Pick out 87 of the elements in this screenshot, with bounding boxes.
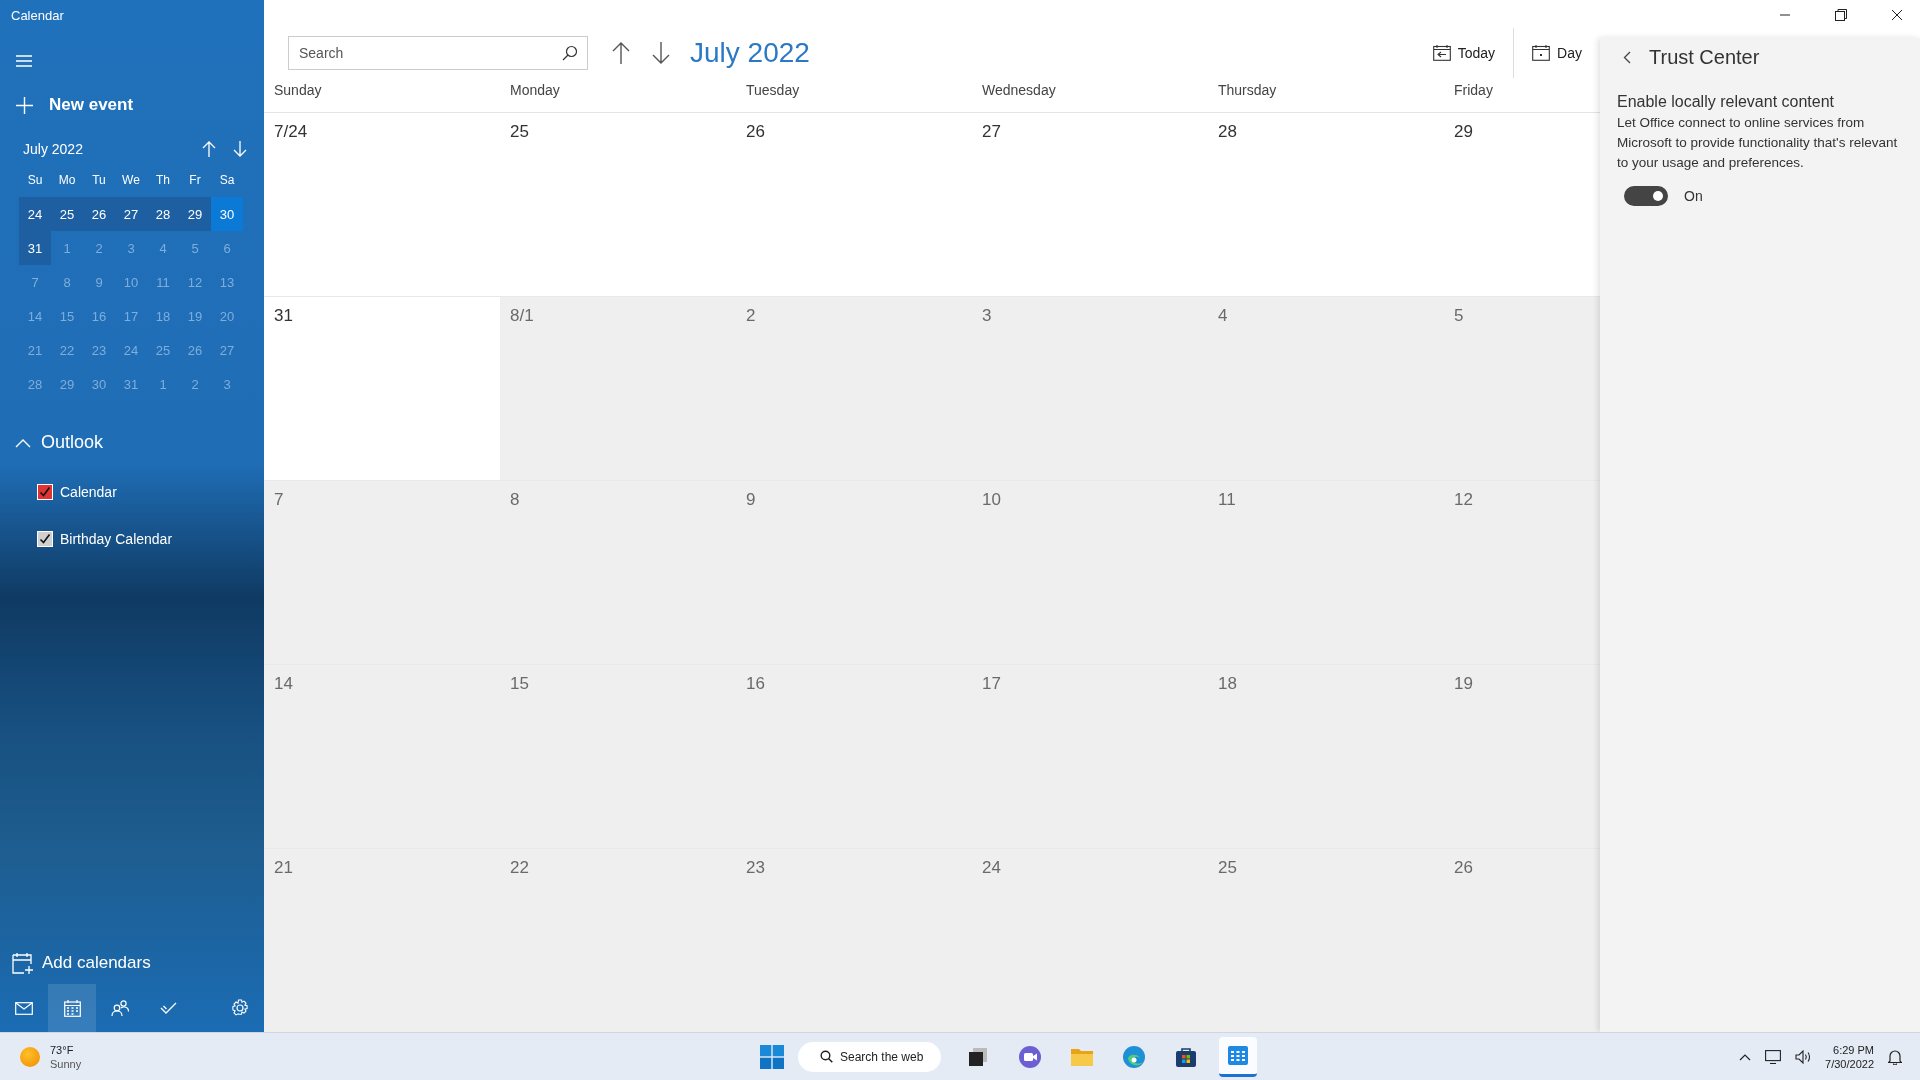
setting-description: Let Office connect to online services from Microsoft to provide functionality that's relevant to your usage and preferences.	[1617, 114, 1899, 172]
mini-calendar-day[interactable]: 29	[179, 197, 211, 231]
setting-title: Enable locally relevant content	[1617, 93, 1836, 111]
weekday-header: Wednesday	[981, 82, 1057, 100]
today-button[interactable]: Today	[1422, 37, 1506, 69]
day-cell[interactable]: 22	[500, 849, 736, 1032]
mini-calendar-day[interactable]: 27	[115, 197, 147, 231]
search-icon	[820, 1050, 833, 1063]
day-cell[interactable]: 16	[736, 665, 972, 848]
day-cell[interactable]: 17	[972, 665, 1208, 848]
weekday-label: Tu	[91, 172, 107, 189]
calendar-checkbox[interactable]: Birthday Calendar	[37, 531, 173, 547]
weekday-header: Tuesday	[745, 82, 801, 100]
weekday-label: Sa	[218, 172, 236, 189]
calendar-checkbox[interactable]: Calendar	[37, 484, 117, 500]
window-title: Calendar	[10, 7, 65, 25]
day-cell[interactable]: 4	[1208, 297, 1444, 480]
calendar-arrow-icon	[1432, 45, 1451, 61]
outlook-group-header[interactable]: Outlook	[15, 432, 104, 453]
mini-calendar-day[interactable]: 28	[147, 197, 179, 231]
mini-calendar-day[interactable]: 25	[51, 197, 83, 231]
clock-time[interactable]: 6:29 PM	[1833, 1042, 1874, 1057]
arrow-down-icon[interactable]	[652, 42, 670, 64]
day-cell[interactable]: 11	[1208, 481, 1444, 664]
temperature[interactable]: 73°F	[50, 1042, 82, 1057]
weekday-label: We	[121, 172, 141, 189]
weekday-label: Fr	[188, 172, 202, 189]
day-cell[interactable]: 7	[264, 481, 500, 664]
calendar-icon[interactable]	[1219, 1036, 1258, 1077]
add-calendars-button[interactable]: Add calendars	[12, 952, 151, 974]
start-icon[interactable]	[760, 1044, 784, 1069]
day-cell[interactable]: 8/1	[500, 297, 736, 480]
taskbar-search[interactable]: Search the web	[798, 1041, 942, 1072]
plus-icon	[16, 96, 33, 114]
weather-condition[interactable]: Sunny	[50, 1056, 82, 1071]
close-icon[interactable]	[1891, 9, 1903, 21]
monitor-icon[interactable]	[1765, 1049, 1782, 1064]
day-cell[interactable]: 3	[972, 297, 1208, 480]
day-cell[interactable]: 18	[1208, 665, 1444, 848]
weekday-label: Mo	[57, 172, 77, 189]
day-cell[interactable]: 23	[736, 849, 972, 1032]
weekday-header: Thursday	[1217, 82, 1278, 100]
back-icon[interactable]	[1623, 51, 1631, 64]
month-title[interactable]: July 2022	[690, 37, 810, 69]
panel-title: Trust Center	[1649, 46, 1760, 69]
calendar-day-icon	[1532, 45, 1551, 61]
day-cell[interactable]: 5	[1444, 297, 1600, 480]
day-cell[interactable]: 21	[264, 849, 500, 1032]
mini-calendar-day[interactable]: 26	[83, 197, 115, 231]
day-cell[interactable]: 10	[972, 481, 1208, 664]
calendar-icon[interactable]	[48, 984, 96, 1032]
toggle-switch[interactable]	[1624, 186, 1668, 206]
search-icon[interactable]	[562, 45, 578, 61]
chevron-up-icon[interactable]	[1739, 1052, 1752, 1061]
day-cell[interactable]: 26	[1444, 849, 1600, 1032]
checkmark-icon	[39, 533, 51, 545]
restore-icon[interactable]	[1835, 9, 1847, 21]
day-cell[interactable]: 9	[736, 481, 972, 664]
mini-calendar-month[interactable]: July 2022	[23, 141, 202, 157]
notification-bell-icon[interactable]	[1888, 1048, 1902, 1065]
weekday-header: Monday	[509, 82, 561, 100]
weekday-label: Su	[26, 172, 44, 189]
mini-calendar-day[interactable]: 24	[19, 197, 51, 231]
day-cell[interactable]: 14	[264, 665, 500, 848]
mini-calendar-day[interactable]: 30	[211, 197, 243, 231]
toggle-label: On	[1684, 188, 1703, 204]
menu-icon[interactable]	[16, 55, 32, 67]
checkmark-icon	[39, 486, 51, 498]
day-cell[interactable]: 19	[1444, 665, 1600, 848]
calendar-add-icon	[12, 952, 34, 974]
speaker-icon[interactable]	[1795, 1049, 1812, 1064]
weekday-header: Friday	[1453, 82, 1494, 100]
mini-calendar-day[interactable]: 31	[19, 231, 51, 265]
day-cell[interactable]: 24	[972, 849, 1208, 1032]
new-event-button[interactable]: New event	[16, 93, 134, 117]
chevron-icon	[15, 437, 31, 448]
clock-date[interactable]: 7/30/2022	[1825, 1056, 1874, 1071]
day-view-button[interactable]: Day	[1522, 37, 1592, 69]
weekday-header: Sunday	[273, 82, 323, 100]
day-cell[interactable]: 2	[736, 297, 972, 480]
arrow-up-icon[interactable]	[612, 42, 630, 64]
weekday-label: Th	[155, 172, 171, 189]
search-field[interactable]: Search	[288, 36, 588, 70]
day-cell[interactable]: 15	[500, 665, 736, 848]
day-cell[interactable]: 12	[1444, 481, 1600, 664]
day-cell[interactable]: 25	[1208, 849, 1444, 1032]
day-cell[interactable]: 8	[500, 481, 736, 664]
